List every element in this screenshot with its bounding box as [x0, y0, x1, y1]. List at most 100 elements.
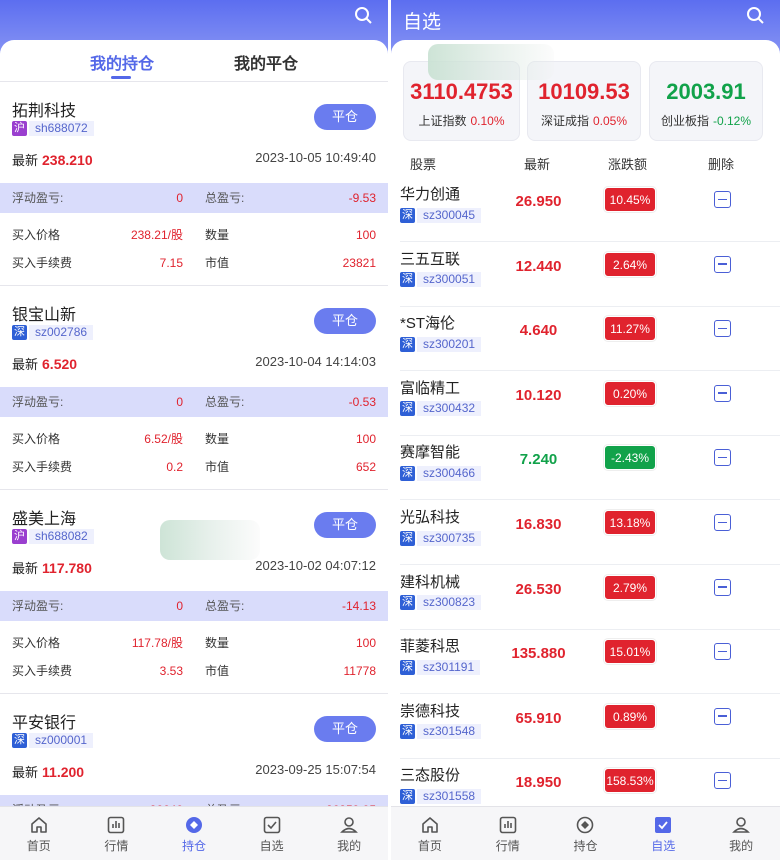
stock-price: 65.910: [515, 709, 562, 727]
nav-label: 自选: [651, 839, 676, 853]
index-card[interactable]: 2003.91 创业板指 -0.12%: [649, 61, 763, 141]
stock-code-row: 沪 sh688082: [12, 528, 94, 544]
mv-value: 11778: [343, 664, 376, 678]
nav-item[interactable]: 行情: [78, 807, 156, 860]
float-pl-value: 0: [176, 395, 183, 409]
qty-value: 100: [355, 228, 376, 242]
total-pl-label: 总盈亏:: [205, 599, 245, 613]
search-icon[interactable]: [354, 6, 374, 31]
remove-icon[interactable]: [714, 707, 731, 725]
nav-item[interactable]: 自选: [624, 807, 702, 860]
remove-icon[interactable]: [714, 449, 731, 467]
watchlist-row[interactable]: 华力创通 深 sz300045 26.950 10.45%: [391, 177, 780, 242]
change-badge: 2.64%: [604, 251, 656, 277]
watchlist-column-headers: 股票 最新 涨跌额 删除: [391, 145, 780, 177]
market-badge: 深: [400, 336, 415, 352]
nav-item[interactable]: 我的: [310, 807, 388, 860]
watchlist-icon: [624, 815, 702, 835]
holdings-list: 拓荆科技 沪 sh688072 平仓 最新 238.210 2023-10-05 …: [0, 82, 388, 860]
stock-name: 赛摩智能: [400, 444, 461, 462]
market-badge: 深: [400, 207, 415, 223]
stock-code-row: 深 sz300466: [400, 465, 482, 481]
latest-label: 最新: [12, 153, 39, 168]
nav-label: 自选: [259, 839, 284, 853]
stock-code-row: 沪 sh688072: [12, 120, 94, 136]
col-latest: 最新: [524, 157, 551, 172]
index-label: 创业板指 -0.12%: [650, 112, 762, 129]
stock-code: sz002786: [29, 324, 94, 340]
watchlist: 华力创通 深 sz300045 26.950 10.45% 三五互联 深 sz3…: [391, 177, 780, 860]
nav-item[interactable]: 持仓: [155, 807, 233, 860]
qty-label: 数量: [205, 636, 230, 650]
nav-item[interactable]: 自选: [233, 807, 311, 860]
index-label: 深证成指 0.05%: [528, 112, 640, 129]
holdings-icon: [547, 815, 625, 835]
tab-my-holdings[interactable]: 我的持仓: [90, 50, 154, 74]
fee-value: 7.15: [159, 256, 183, 270]
close-position-button[interactable]: 平仓: [314, 104, 376, 130]
nav-item[interactable]: 持仓: [547, 807, 625, 860]
stock-code-row: 深 sz002786: [12, 324, 94, 340]
watchlist-row[interactable]: *ST海伦 深 sz300201 4.640 11.27%: [391, 306, 780, 372]
latest-value: 117.780: [42, 560, 92, 576]
tab-closed-positions[interactable]: 我的平仓: [234, 50, 298, 74]
market-icon: [469, 815, 547, 835]
remove-icon[interactable]: [714, 320, 731, 338]
remove-icon[interactable]: [714, 255, 731, 273]
watchlist-row[interactable]: 建科机械 深 sz300823 26.530 2.79%: [391, 565, 780, 630]
remove-icon[interactable]: [714, 772, 731, 790]
qty-value: 100: [355, 432, 376, 446]
stock-code-row: 深 sz301191: [400, 659, 481, 675]
market-badge: 沪: [12, 528, 27, 544]
watchlist-row[interactable]: 赛摩智能 深 sz300466 7.240 -2.43%: [391, 435, 780, 501]
index-value: 2003.91: [666, 79, 746, 104]
change-badge: 15.01%: [604, 639, 656, 665]
trade-time: 2023-10-05 10:49:40: [255, 150, 376, 165]
remove-icon[interactable]: [714, 384, 731, 402]
float-pl-label: 浮动盈亏:: [12, 599, 64, 613]
stock-code-row: 深 sz300735: [400, 530, 482, 546]
remove-icon[interactable]: [714, 578, 731, 596]
stock-code: sz000001: [29, 732, 94, 748]
fee-label: 买入手续费: [12, 460, 73, 474]
stock-name: 三五互联: [400, 250, 461, 268]
nav-item[interactable]: 行情: [469, 807, 547, 860]
search-icon[interactable]: [746, 6, 766, 31]
stock-price: 7.240: [519, 451, 558, 469]
change-badge: 0.20%: [604, 380, 656, 406]
market-badge: 深: [400, 401, 415, 417]
nav-item[interactable]: 我的: [702, 807, 780, 860]
detail-row: 买入价格 117.78/股 数量 100: [0, 628, 388, 656]
latest-label: 最新: [12, 561, 39, 576]
watchlist-row[interactable]: 崇德科技 深 sz301548 65.910 0.89%: [391, 694, 780, 759]
remove-icon[interactable]: [714, 191, 731, 208]
close-position-button[interactable]: 平仓: [314, 512, 376, 538]
close-position-button[interactable]: 平仓: [314, 716, 376, 742]
stock-name: 拓荆科技: [12, 103, 77, 120]
remove-icon[interactable]: [714, 643, 731, 661]
nav-item[interactable]: 首页: [391, 807, 469, 860]
pl-band: 浮动盈亏: 0 总盈亏: -0.53: [0, 387, 388, 417]
holding-card: 拓荆科技 沪 sh688072 平仓 最新 238.210 2023-10-05 …: [0, 82, 388, 286]
latest-price: 最新 117.780: [12, 558, 92, 577]
col-delete: 删除: [708, 157, 735, 172]
latest-value: 6.520: [42, 356, 78, 372]
nav-item[interactable]: 首页: [0, 807, 78, 860]
watchlist-icon: [233, 815, 311, 835]
watchlist-row[interactable]: 菲菱科思 深 sz301191 135.880 15.01%: [391, 629, 780, 695]
watchlist-row[interactable]: 光弘科技 深 sz300735 16.830 13.18%: [391, 500, 780, 565]
close-position-button[interactable]: 平仓: [314, 308, 376, 334]
index-name: 上证指数: [418, 114, 467, 128]
float-pl-value: 0: [176, 599, 183, 613]
remove-icon[interactable]: [714, 514, 731, 531]
market-badge: 深: [400, 659, 415, 675]
nav-label: 首页: [417, 839, 442, 853]
watchlist-row[interactable]: 三五互联 深 sz300051 12.440 2.64%: [391, 242, 780, 307]
nav-label: 首页: [26, 839, 51, 853]
total-pl-label: 总盈亏:: [205, 191, 245, 205]
total-pl-value: -9.53: [348, 191, 376, 205]
watchlist-row[interactable]: 富临精工 深 sz300432 10.120 0.20%: [391, 371, 780, 436]
stock-code: sz301558: [417, 788, 482, 804]
fee-value: 0.2: [166, 460, 183, 474]
stock-name: 银宝山新: [12, 307, 77, 324]
